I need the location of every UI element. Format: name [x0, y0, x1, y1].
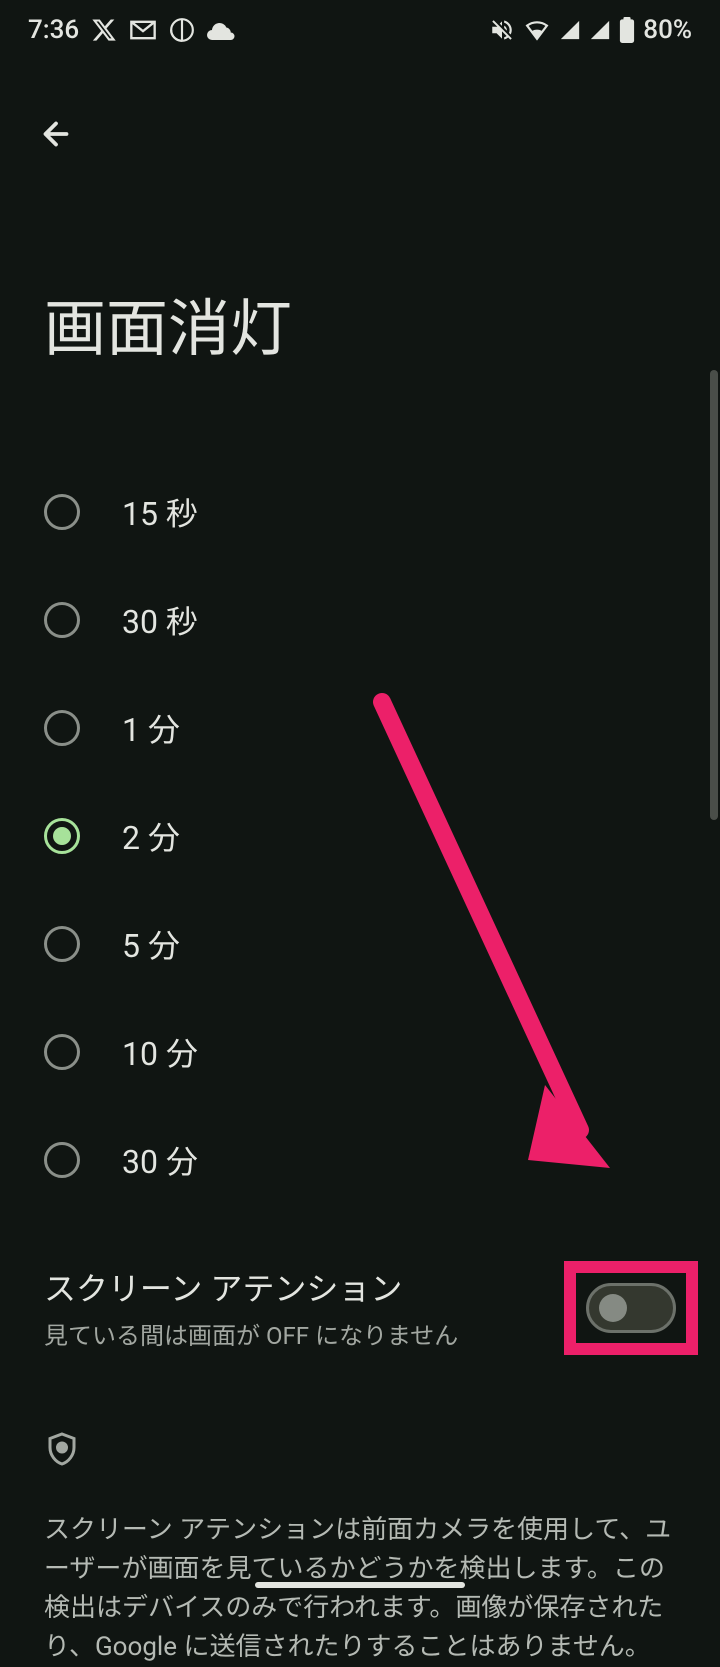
screen-attention-toggle[interactable] — [586, 1283, 676, 1333]
radio-option-1m[interactable]: 1 分 — [44, 674, 676, 782]
toggle-container — [586, 1283, 676, 1333]
status-left: 7:36 — [28, 15, 237, 45]
radio-label: 30 秒 — [122, 597, 198, 643]
radio-circle — [44, 926, 80, 962]
back-button[interactable] — [32, 110, 80, 158]
timeout-options-list: 15 秒 30 秒 1 分 2 分 5 分 10 分 30 分 — [0, 458, 720, 1214]
info-text: スクリーン アテンションは前面カメラを使用して、ユーザーが画面を見ているかどうか… — [44, 1511, 676, 1667]
radio-circle — [44, 1034, 80, 1070]
radio-option-5m[interactable]: 5 分 — [44, 890, 676, 998]
radio-circle — [44, 710, 80, 746]
radio-circle — [44, 494, 80, 530]
signal-icon-1 — [559, 19, 581, 41]
wifi-icon — [523, 19, 551, 41]
signal-icon-2 — [589, 19, 611, 41]
toggle-text: スクリーン アテンション 見ている間は画面が OFF になりません — [44, 1264, 586, 1351]
status-bar: 7:36 80% — [0, 0, 720, 60]
nav-indicator[interactable] — [255, 1582, 465, 1588]
mute-icon — [489, 17, 515, 43]
page-title: 画面消灯 — [44, 278, 720, 368]
radio-label: 1 分 — [122, 705, 180, 751]
toggle-knob — [599, 1294, 627, 1322]
cloud-icon — [207, 19, 237, 41]
radio-option-10m[interactable]: 10 分 — [44, 998, 676, 1106]
radio-label: 5 分 — [122, 921, 180, 967]
info-section: スクリーン アテンションは前面カメラを使用して、ユーザーが画面を見ているかどうか… — [0, 1431, 720, 1667]
x-icon — [91, 17, 117, 43]
privacy-shield-icon — [44, 1431, 676, 1471]
status-time: 7:36 — [28, 15, 79, 45]
radio-circle — [44, 602, 80, 638]
radio-label: 15 秒 — [122, 489, 198, 535]
radio-circle — [44, 1142, 80, 1178]
status-right: 80% — [489, 15, 692, 45]
radio-circle-selected — [44, 818, 80, 854]
radio-option-15s[interactable]: 15 秒 — [44, 458, 676, 566]
arrow-left-icon — [38, 116, 74, 152]
screen-attention-title: スクリーン アテンション — [44, 1264, 586, 1310]
radio-option-30s[interactable]: 30 秒 — [44, 566, 676, 674]
screen-attention-subtitle: 見ている間は画面が OFF になりません — [44, 1316, 586, 1351]
gmail-icon — [129, 19, 157, 41]
scrollbar[interactable] — [710, 370, 718, 820]
radio-option-30m[interactable]: 30 分 — [44, 1106, 676, 1214]
battery-percentage: 80% — [643, 15, 692, 45]
battery-icon — [619, 17, 635, 43]
screen-attention-section: スクリーン アテンション 見ている間は画面が OFF になりません — [0, 1244, 720, 1371]
radio-option-2m[interactable]: 2 分 — [44, 782, 676, 890]
radio-label: 30 分 — [122, 1137, 198, 1183]
sports-icon — [169, 17, 195, 43]
radio-label: 2 分 — [122, 813, 180, 859]
radio-label: 10 分 — [122, 1029, 198, 1075]
